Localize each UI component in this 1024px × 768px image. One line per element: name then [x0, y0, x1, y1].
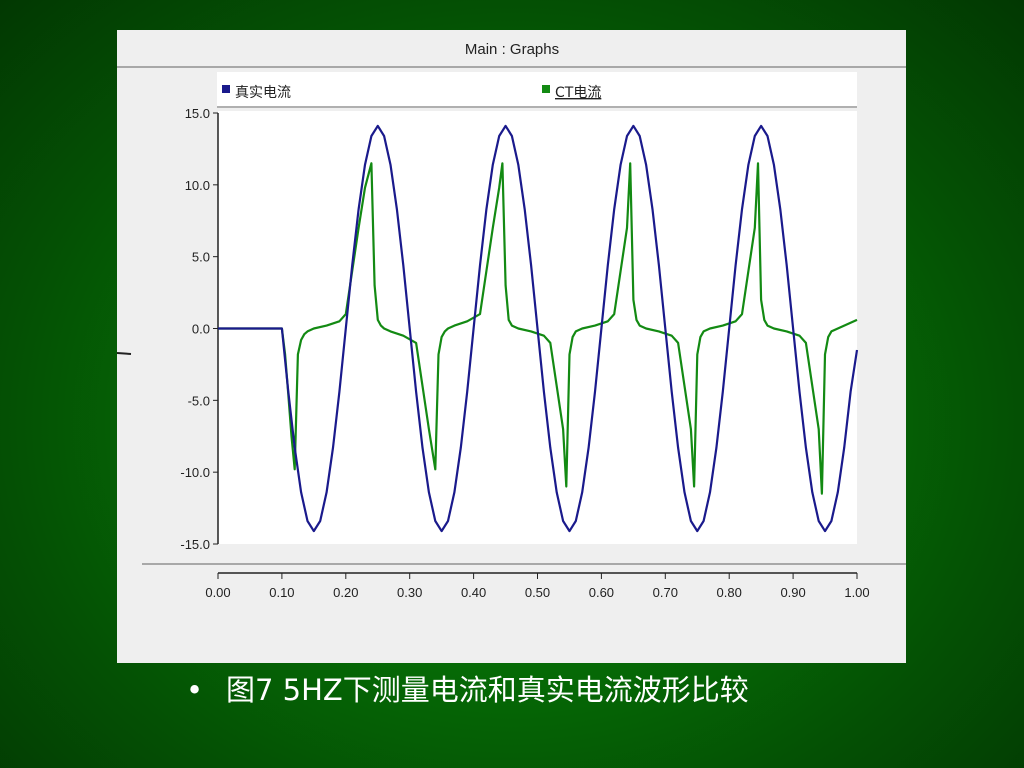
chart-title: Main : Graphs [465, 41, 559, 58]
y-axis: 15.0 10.0 5.0 0.0 -5.0 -10.0 -15.0 [180, 106, 219, 552]
caption-bullet: • [186, 673, 204, 707]
chart-panel: Main : Graphs 真实电流 CT电流 15.0 10.0 5.0 0.0 -5… [117, 30, 906, 663]
legend-label-ct: CT电流 [555, 85, 601, 101]
y-tick-label: 5.0 [192, 250, 210, 265]
y-tick-label: -5.0 [188, 393, 210, 408]
legend-strip [217, 72, 857, 106]
x-tick-label: 0.40 [461, 585, 486, 600]
x-tick-label: 0.30 [397, 585, 422, 600]
x-tick-label: 0.80 [717, 585, 742, 600]
legend-swatch-real [222, 85, 230, 93]
left-edge-marker [117, 352, 132, 355]
caption-text: 图7 5HZ下测量电流和真实电流波形比较 [226, 673, 749, 707]
x-tick-label: 0.90 [780, 585, 805, 600]
x-tick-label: 1.00 [844, 585, 869, 600]
y-tick-label: 15.0 [185, 106, 210, 121]
x-tick-label: 0.20 [333, 585, 358, 600]
x-tick-label: 0.50 [525, 585, 550, 600]
y-tick-label: 0.0 [192, 322, 210, 337]
chart-svg: Main : Graphs 真实电流 CT电流 15.0 10.0 5.0 0.0 -5… [117, 41, 906, 600]
legend-label-real: 真实电流 [235, 85, 291, 101]
caption: • 图7 5HZ下测量电流和真实电流波形比较 [186, 670, 886, 714]
x-tick-label: 0.10 [269, 585, 294, 600]
y-tick-label: 10.0 [185, 178, 210, 193]
y-tick-label: -10.0 [180, 465, 210, 480]
x-axis: 0.00 0.10 0.20 0.30 0.40 0.50 0.60 0.70 0.80 0.90… [205, 572, 870, 600]
legend-swatch-ct [542, 85, 550, 93]
x-tick-label: 0.70 [653, 585, 678, 600]
x-tick-label: 0.00 [205, 585, 230, 600]
y-tick-label: -15.0 [180, 537, 210, 552]
x-tick-label: 0.60 [589, 585, 614, 600]
